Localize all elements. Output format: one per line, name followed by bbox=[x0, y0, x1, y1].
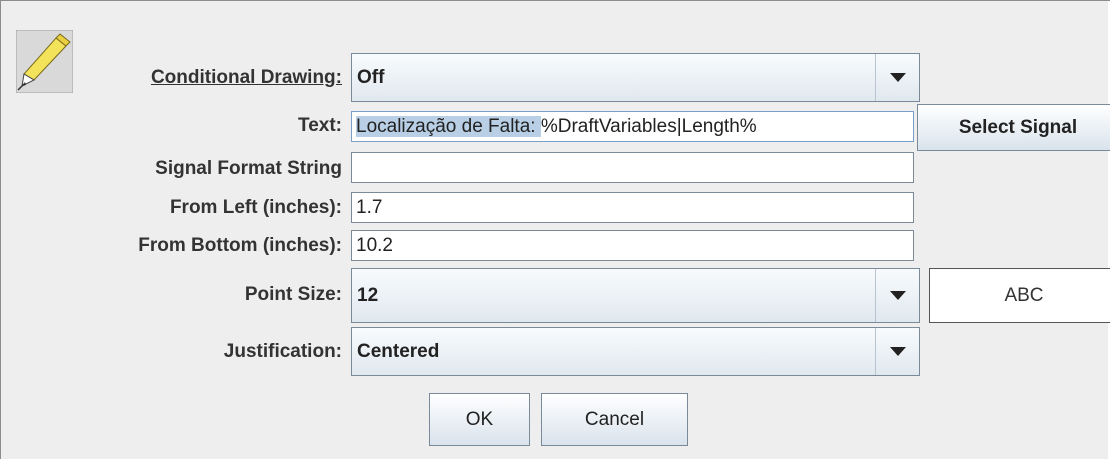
signal-format-label: Signal Format String bbox=[155, 158, 342, 179]
point-size-select[interactable]: 12 bbox=[351, 268, 920, 323]
point-size-dropdown-button[interactable] bbox=[875, 269, 919, 322]
conditional-drawing-label[interactable]: Conditional Drawing: bbox=[151, 67, 342, 89]
text-input[interactable]: Localização de Falta: %DraftVariables|Le… bbox=[351, 111, 914, 142]
pencil-icon bbox=[15, 29, 74, 94]
point-size-label: Point Size: bbox=[244, 284, 342, 305]
conditional-drawing-dropdown-button[interactable] bbox=[875, 54, 919, 101]
text-remainder: %DraftVariables|Length% bbox=[540, 116, 757, 137]
conditional-drawing-select[interactable]: Off bbox=[351, 53, 920, 102]
signal-format-input[interactable] bbox=[351, 152, 914, 183]
ok-button[interactable]: OK bbox=[429, 393, 530, 446]
chevron-down-icon bbox=[889, 347, 906, 356]
text-label: Text: bbox=[298, 115, 342, 136]
conditional-drawing-value: Off bbox=[357, 67, 385, 88]
justification-select[interactable]: Centered bbox=[351, 327, 920, 376]
from-bottom-label: From Bottom (inches): bbox=[138, 235, 342, 256]
cancel-button[interactable]: Cancel bbox=[541, 393, 688, 446]
select-signal-button[interactable]: Select Signal bbox=[917, 104, 1110, 151]
font-preview: ABC bbox=[929, 268, 1110, 323]
from-left-input[interactable]: 1.7 bbox=[351, 192, 914, 223]
from-bottom-input[interactable]: 10.2 bbox=[351, 230, 914, 261]
text-selection: Localização de Falta: bbox=[356, 116, 541, 137]
justification-dropdown-button[interactable] bbox=[875, 328, 919, 375]
text-properties-dialog: Conditional Drawing: Off Text: Localizaç… bbox=[0, 0, 1110, 460]
justification-label: Justification: bbox=[223, 341, 342, 362]
chevron-down-icon bbox=[889, 73, 906, 82]
point-size-value: 12 bbox=[357, 285, 379, 306]
chevron-down-icon bbox=[889, 291, 906, 300]
justification-value: Centered bbox=[357, 341, 440, 362]
from-left-label: From Left (inches): bbox=[169, 197, 342, 218]
